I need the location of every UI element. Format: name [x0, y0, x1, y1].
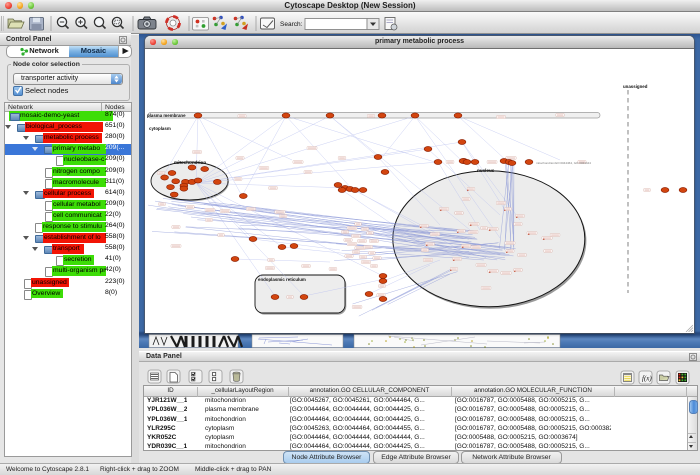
svg-text:unassigned: unassigned [623, 84, 648, 89]
svg-text:Search:: Search: [280, 21, 303, 28]
svg-text:mitochondrionGO:0044464, GO:00: mitochondrionGO:0044464, GO:0044444 [536, 161, 591, 165]
svg-text:nucleus: nucleus [477, 168, 495, 173]
svg-text:plasma membrane: plasma membrane [147, 113, 186, 118]
svg-text:cytoplasm: cytoplasm [149, 126, 171, 131]
svg-text:mitochondrion: mitochondrion [174, 160, 206, 165]
svg-text:endoplasmic reticulum: endoplasmic reticulum [258, 277, 306, 282]
svg-text:f(x): f(x) [642, 375, 652, 383]
